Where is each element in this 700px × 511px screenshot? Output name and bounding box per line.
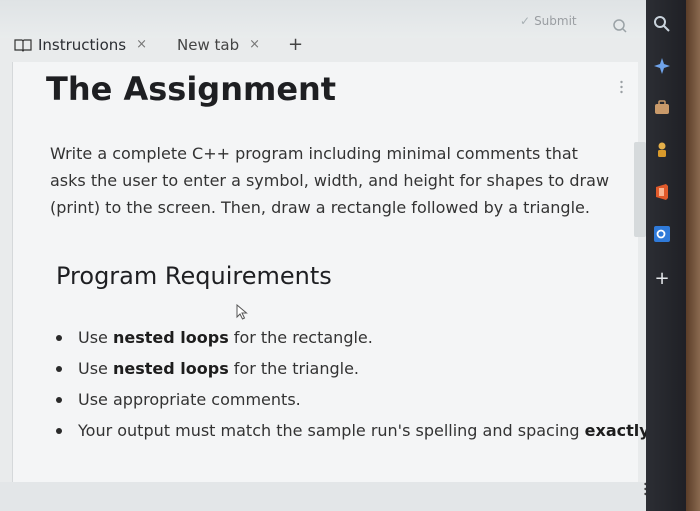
bullet-icon — [56, 427, 62, 434]
office-icon[interactable] — [652, 182, 672, 202]
monitor-bezel — [686, 0, 700, 511]
more-options-icon[interactable] — [620, 80, 623, 94]
page-title: The Assignment — [46, 70, 337, 108]
new-tab-button[interactable]: + — [288, 34, 303, 55]
search-icon[interactable] — [612, 18, 628, 34]
tab-new-tab[interactable]: New tab × — [177, 36, 260, 54]
requirement-text: Use nested loops for the triangle. — [78, 359, 360, 378]
bottom-bar — [0, 482, 660, 511]
submit-button[interactable]: ✓ Submit — [520, 14, 577, 28]
bullet-icon — [56, 396, 62, 403]
search-icon[interactable] — [652, 14, 672, 34]
book-icon — [14, 38, 32, 52]
list-item: Use nested loops for the triangle. — [56, 353, 655, 384]
chess-piece-icon[interactable] — [652, 140, 672, 160]
plus-icon[interactable]: + — [652, 268, 672, 289]
assignment-description: Write a complete C++ program including m… — [50, 144, 610, 217]
sparkle-icon[interactable] — [652, 56, 672, 76]
close-icon[interactable]: × — [249, 37, 260, 52]
checkmark-icon: ✓ — [520, 14, 531, 28]
tab-label: New tab — [177, 35, 240, 54]
close-icon[interactable]: × — [136, 37, 147, 52]
briefcase-icon[interactable] — [652, 98, 672, 118]
submit-label: Submit — [534, 14, 577, 28]
requirement-text: Your output must match the sample run's … — [78, 421, 655, 440]
requirement-text: Use nested loops for the rectangle. — [78, 328, 373, 347]
tab-label: Instructions — [38, 35, 127, 54]
bullet-icon — [56, 365, 62, 372]
mouse-cursor-icon — [236, 304, 248, 320]
list-item: Your output must match the sample run's … — [56, 415, 655, 446]
scrollbar-thumb[interactable] — [634, 142, 646, 237]
list-item: Use appropriate comments. — [56, 384, 655, 415]
bullet-icon — [56, 334, 62, 341]
list-item: Use nested loops for the rectangle. — [56, 322, 655, 353]
tab-bar: Instructions × New tab × + — [14, 34, 303, 55]
outlook-icon[interactable] — [652, 224, 672, 244]
requirements-heading: Program Requirements — [56, 262, 332, 290]
requirement-text: Use appropriate comments. — [78, 390, 301, 409]
tab-instructions[interactable]: Instructions × — [14, 36, 147, 54]
requirements-list: Use nested loops for the rectangle. Use … — [56, 322, 655, 446]
